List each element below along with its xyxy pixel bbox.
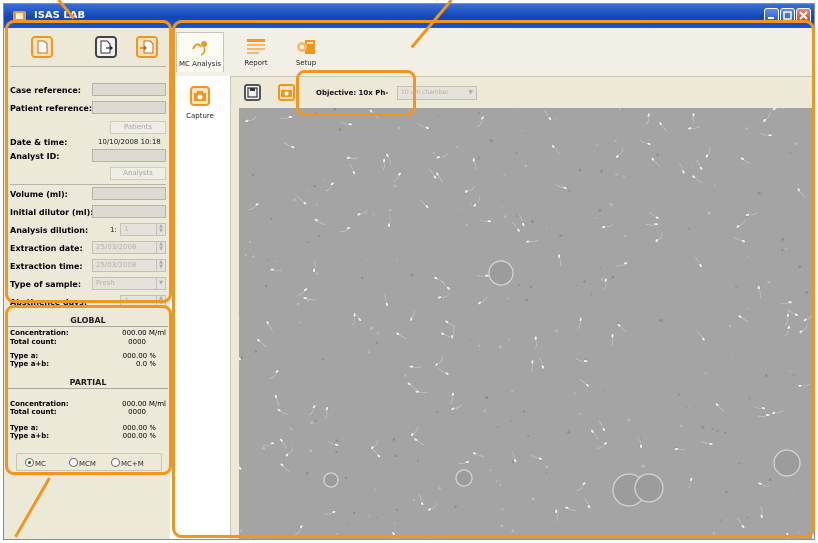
background-speckle — [407, 538, 408, 539]
callout-main-area — [172, 20, 815, 538]
callout-results — [5, 305, 172, 475]
callout-patient-data — [5, 20, 172, 303]
